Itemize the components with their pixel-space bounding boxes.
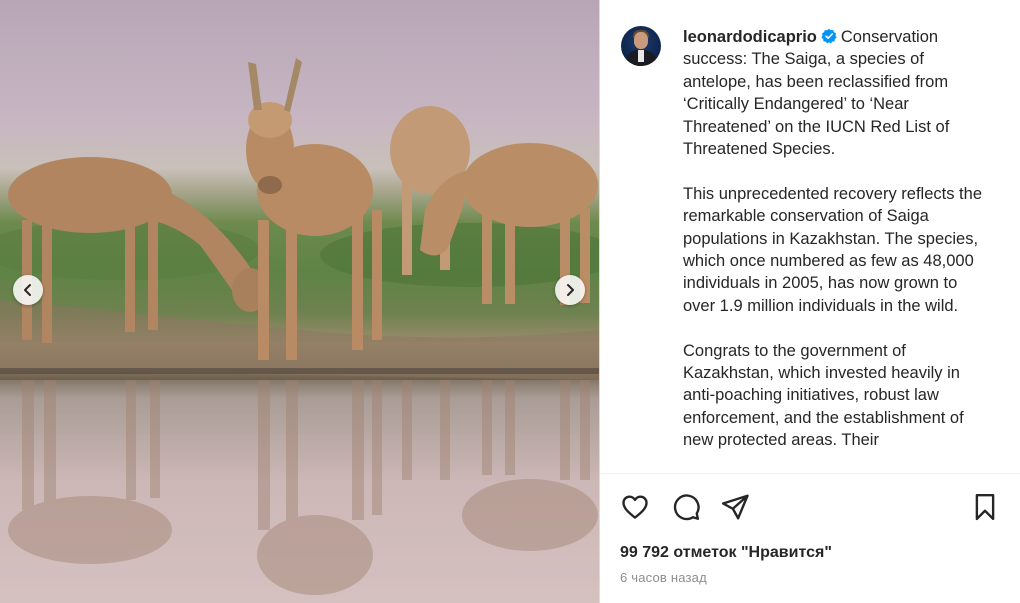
caption-paragraph: This unprecedented recovery reflects the…: [683, 184, 982, 315]
action-bar: [600, 490, 1020, 526]
heart-icon: [622, 495, 648, 519]
divider: [600, 473, 1020, 474]
username-link[interactable]: leonardodicaprio: [683, 28, 817, 46]
save-button[interactable]: [968, 490, 1002, 524]
paper-plane-icon: [721, 494, 749, 520]
chevron-left-icon: [24, 284, 31, 296]
post-timestamp[interactable]: 6 часов назад: [620, 570, 707, 585]
instagram-post: leonardodicaprio Conservation success: Th…: [0, 0, 1020, 603]
post-sidebar: leonardodicaprio Conservation success: Th…: [599, 0, 1020, 603]
bookmark-icon: [975, 493, 995, 521]
comment-icon: [673, 494, 700, 521]
avatar[interactable]: [621, 26, 661, 66]
next-photo-button[interactable]: [555, 275, 585, 305]
verified-badge-icon: [821, 28, 837, 44]
share-button[interactable]: [718, 490, 752, 524]
likes-count[interactable]: 99 792 отметок "Нравится": [620, 544, 832, 562]
chevron-right-icon: [567, 284, 574, 296]
previous-photo-button[interactable]: [13, 275, 43, 305]
caption-scroll-area[interactable]: leonardodicaprio Conservation success: Th…: [600, 0, 1020, 471]
caption-paragraph: leonardodicaprio Conservation success: Th…: [683, 26, 988, 160]
comment-button[interactable]: [669, 490, 703, 524]
post-photo[interactable]: [0, 0, 599, 603]
post-caption: leonardodicaprio Conservation success: Th…: [683, 26, 988, 471]
saiga-antelopes-illustration: [0, 58, 599, 603]
like-button[interactable]: [618, 490, 652, 524]
caption-text: Conservation success: The Saiga, a speci…: [683, 28, 950, 159]
caption-paragraph: Congrats to the government of Kazakhstan…: [683, 341, 964, 450]
